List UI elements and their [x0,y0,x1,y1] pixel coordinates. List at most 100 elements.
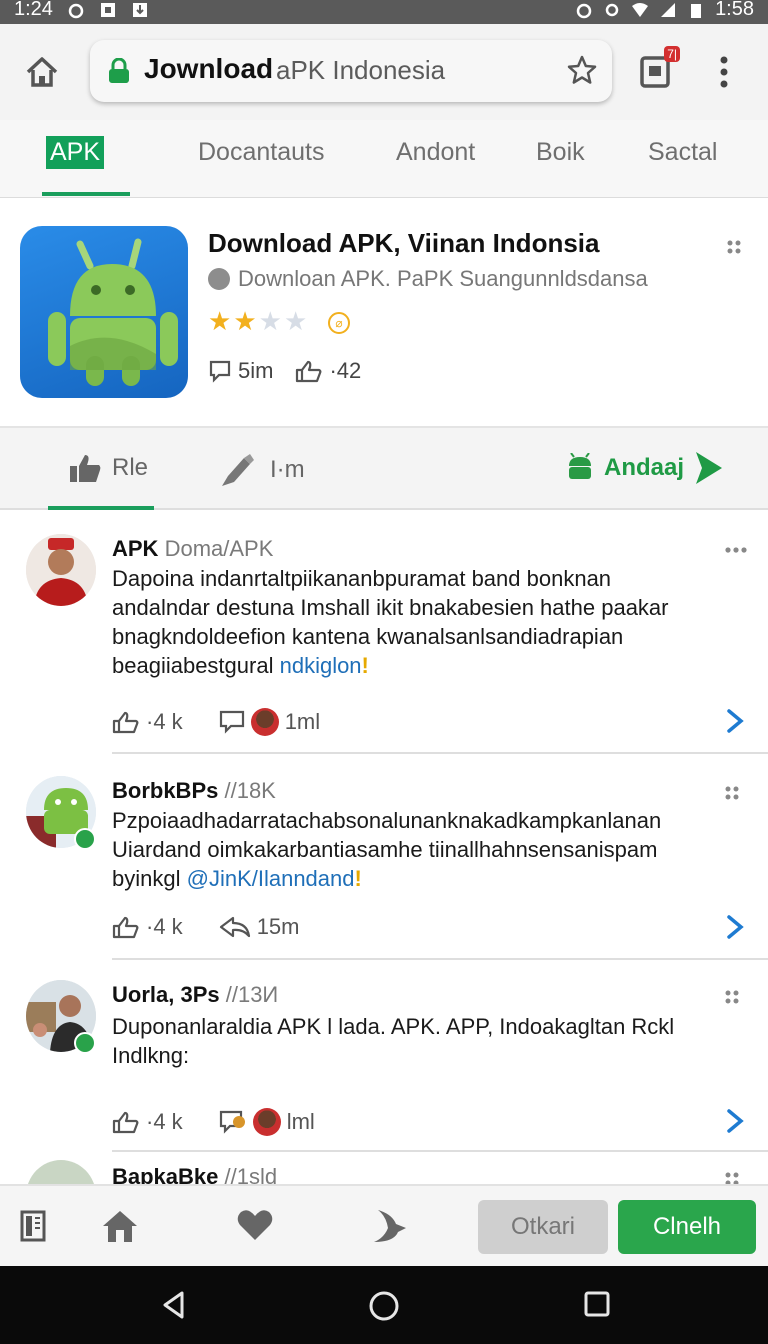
post-handle: Doma/APK [164,536,274,561]
pen-tool-icon [222,454,254,486]
tab-apk[interactable]: APK [46,136,105,169]
more-options-icon[interactable] [724,784,740,802]
category-tabs: APK Docantauts Andont Boik Sactal [0,120,768,198]
post-emoji: ! [361,653,369,678]
star-filled-icon: ★ [208,306,232,336]
tool-action[interactable]: I·m [218,452,305,488]
verified-badge-icon [74,828,96,850]
home-icon[interactable] [100,1208,140,1244]
like-action[interactable]: Rle [68,452,148,484]
tab-docantauts[interactable]: Docantauts [198,138,324,167]
avatar[interactable] [26,534,96,606]
more-options-icon[interactable] [724,544,748,556]
post-like-count: ·4 k [146,914,183,939]
notification-icon [68,3,84,18]
post-reply-button[interactable]: lml [219,1108,315,1136]
secondary-button[interactable]: Otkari [478,1200,608,1254]
post-like-count: ·4 k [146,1109,183,1134]
android-action-label: Andaaj [604,454,685,481]
mini-avatar [250,708,279,736]
active-tab-indicator [42,192,130,196]
post-author[interactable]: BapkaBke [112,1164,218,1184]
post-reply-button[interactable]: 1ml [219,708,320,736]
post-header: BorbkBPs //18K [112,778,276,804]
more-options-icon[interactable] [724,988,740,1006]
more-options-icon[interactable] [724,1170,740,1184]
app-subtitle: Downloan APK. PaPK Suangunnldsdansa [238,266,648,291]
post-text: Dapoina indanrtaltpiikananbpuramat band … [112,564,712,680]
post-handle: //1sld [224,1164,278,1184]
post-divider [112,1150,768,1152]
battery-icon [691,3,702,18]
post-body-text: Dapoina indanrtaltpiikananbpuramat band … [112,566,669,678]
back-icon[interactable] [160,1290,188,1320]
app-meta: 5im ·42 [208,358,361,384]
post-extra-count: lml [286,1109,315,1134]
like-action-label: Rle [112,454,149,481]
app-card[interactable]: Download APK, Viinan Indonsia Downloan A… [0,198,768,428]
browser-toolbar: Jownload aPK Indonesia 7| [0,24,768,120]
heart-icon[interactable] [236,1208,274,1242]
user-avatar-image [26,534,96,606]
like-count: ·42 [329,358,362,383]
status-time-right: 1:58 [715,0,754,20]
chevron-right-icon[interactable] [724,914,746,940]
post-emoji: ! [354,866,362,891]
app-notification-icon [100,2,115,17]
overflow-menu-icon[interactable] [712,52,736,92]
post-share-button[interactable]: 15m [219,914,299,940]
post-header: BapkaBke //1sld [112,1164,277,1184]
comment-feed: APK Doma/APK Dapoina indanrtaltpiikananb… [0,510,768,1184]
tab-boik[interactable]: Boik [536,138,585,167]
thumbs-up-icon [112,916,139,939]
recents-icon[interactable] [584,1290,610,1318]
post-like-button[interactable]: ·4 k [112,709,183,735]
reader-mode-icon[interactable] [20,1210,46,1242]
thumbs-up-icon [112,711,139,734]
system-navigation-bar [0,1266,768,1344]
post-body-text: Duponanlaraldia APK l lada. APK. APP, In… [112,1014,675,1068]
post-author[interactable]: BorbkBPs [112,778,218,803]
developer-icon [208,268,230,290]
post-link[interactable]: @JinK/Ilanndand [187,866,355,891]
post-like-button[interactable]: ·4 k [112,914,183,940]
post-actions: ·4 k 15m [112,914,335,940]
bird-icon[interactable] [370,1208,410,1246]
android-download-action[interactable]: Andaaj [566,450,724,486]
tabs-button[interactable]: 7| [640,46,680,90]
post-handle: //18K [224,778,276,803]
star-empty-icon: ★ [258,306,282,336]
url-bar[interactable]: Jownload aPK Indonesia [90,40,612,102]
primary-button[interactable]: Clnelh [618,1200,756,1254]
post-author[interactable]: Uorla, 3Ps [112,982,220,1007]
android-icon [569,453,591,479]
tabs-count-badge: 7| [664,46,680,62]
post-header: Uorla, 3Ps //13И [112,982,278,1008]
chevron-right-icon[interactable] [724,1108,746,1134]
comment-icon [219,1110,245,1134]
bookmark-star-icon[interactable] [566,54,598,86]
thumbs-up-icon [296,360,322,383]
tab-andont[interactable]: Andont [396,138,475,167]
rating-badge-icon: ⌀ [328,312,350,334]
tab-sactal[interactable]: Sactal [648,138,717,167]
post-handle: //13И [225,982,279,1007]
chevron-right-icon[interactable] [724,708,746,734]
post-text: Duponanlaraldia APK l lada. APK. APP, In… [112,1012,712,1070]
post-link[interactable]: ndkiglon [280,653,362,678]
post-like-count: ·4 k [146,709,183,734]
post-author[interactable]: APK [112,536,158,561]
status-time-left: 1:24 [14,0,53,20]
comment-icon [209,360,231,383]
more-options-icon[interactable] [726,238,742,256]
star-empty-icon: ★ [283,306,308,336]
avatar[interactable] [26,1160,96,1184]
home-circle-icon[interactable] [368,1290,400,1322]
post-divider [112,958,768,960]
home-icon[interactable] [22,52,62,92]
star-filled-icon: ★ [233,306,257,336]
url-path: aPK Indonesia [276,55,446,85]
post-header: APK Doma/APK [112,536,273,562]
action-bar: Rle I·m Andaaj [0,428,768,510]
post-like-button[interactable]: ·4 k [112,1109,183,1135]
